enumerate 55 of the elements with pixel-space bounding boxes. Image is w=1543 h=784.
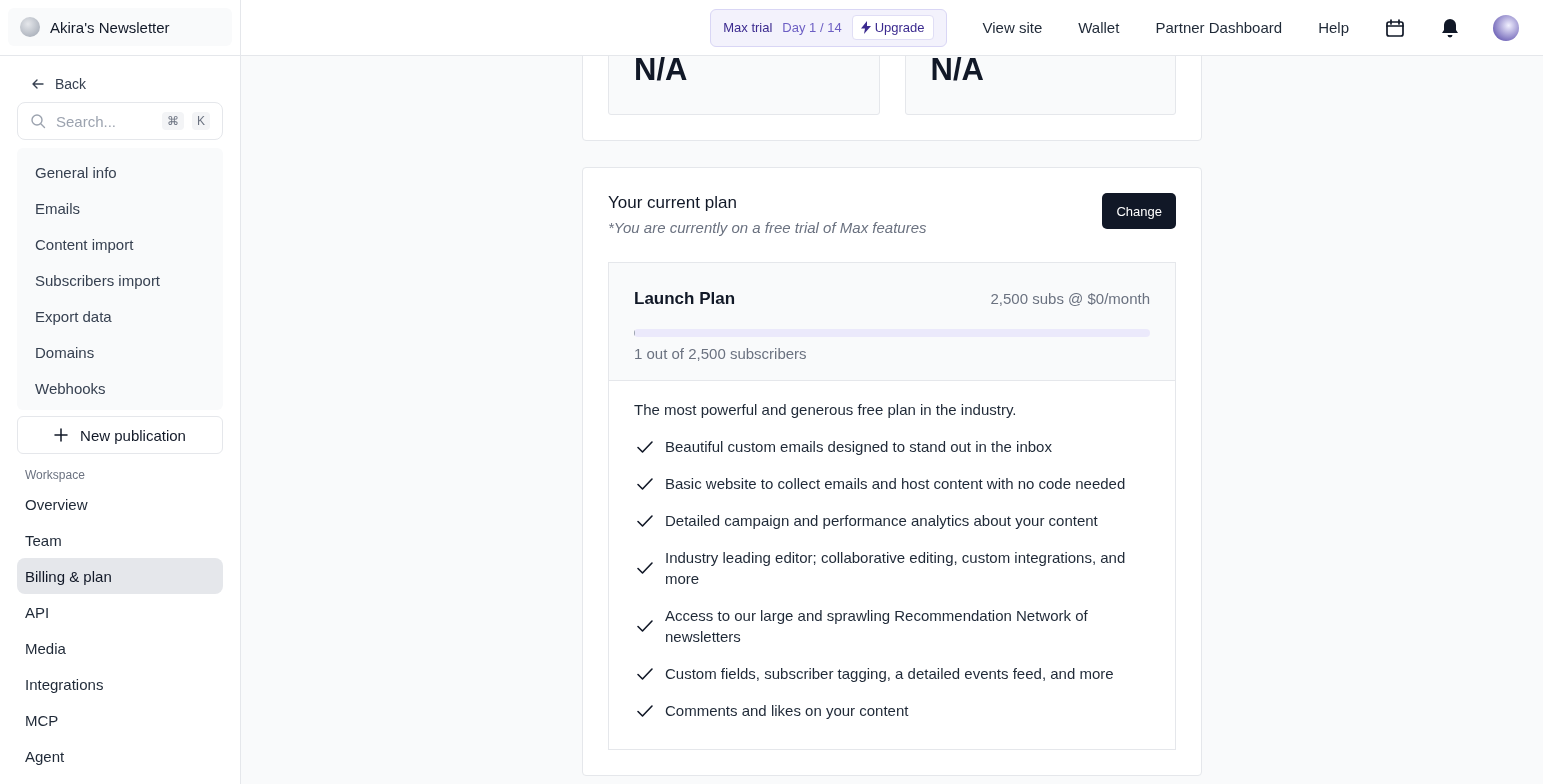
nav-link[interactable]: Wallet — [1078, 19, 1120, 36]
workspace-menu-item[interactable]: Media — [17, 630, 223, 666]
upgrade-button[interactable]: Upgrade — [851, 15, 934, 40]
section-heading: Workspace — [24, 467, 86, 484]
settings-menu-item[interactable]: Emails — [17, 190, 223, 226]
trial-day-counter: Day 1 / 14 — [782, 20, 842, 35]
plus-icon — [54, 428, 69, 442]
checkmark-icon — [636, 617, 654, 635]
user-avatar-icon[interactable] — [1493, 14, 1519, 41]
settings-menu-item[interactable]: Webhooks — [17, 370, 223, 406]
feature-text: Comments and likes on your content — [665, 701, 909, 721]
checkmark-icon — [636, 559, 654, 577]
workspace-menu-item[interactable]: MCP — [17, 702, 223, 738]
trial-note: *You are currently on a free trial of Max features — [608, 219, 927, 236]
change-button[interactable]: Change — [1102, 193, 1176, 229]
stat-value: N/A — [634, 56, 688, 88]
back-link[interactable]: Back — [17, 68, 101, 100]
workspace-menu-item[interactable]: Agent — [17, 738, 223, 774]
new-publication-button[interactable]: New publication — [17, 416, 223, 454]
lightning-icon — [860, 21, 871, 34]
search-icon — [30, 113, 46, 129]
shortcut-key: K — [192, 112, 210, 130]
plan-price: 2,500 subs @ $0/month — [990, 290, 1150, 307]
calendar-icon[interactable] — [1385, 17, 1405, 38]
workspace-menu-item[interactable]: Overview — [17, 486, 223, 522]
arrow-left-icon — [31, 77, 45, 91]
feature-text: Detailed campaign and performance analytics about your content — [665, 511, 1098, 531]
feature-text: Basic website to collect emails and host content with no code needed — [665, 474, 1126, 494]
plan-name: Launch Plan — [634, 289, 736, 309]
feature-text: Industry leading editor; collaborative editing, custom integrations, and more — [665, 548, 1127, 589]
workspace-menu-item[interactable]: API — [17, 594, 223, 630]
nav-link[interactable]: Help — [1318, 19, 1349, 36]
settings-menu-item[interactable]: General info — [17, 154, 223, 190]
settings-menu-item[interactable]: Subscribers import — [17, 262, 223, 298]
search-bar[interactable]: Search... ⌘ K — [17, 102, 223, 140]
workspace-menu-item[interactable]: Team — [17, 522, 223, 558]
bell-icon[interactable] — [1441, 17, 1459, 38]
usage-text: 1 out of 2,500 subscribers — [634, 345, 808, 362]
settings-menu-item[interactable]: Export data — [17, 298, 223, 334]
nav-link[interactable]: Partner Dashboard — [1155, 19, 1283, 36]
feature-text: Access to our large and sprawling Recommendation Network of newsletters — [665, 606, 1089, 647]
shortcut-key: ⌘ — [162, 112, 184, 130]
trial-label: Max trial — [723, 20, 773, 35]
publication-switcher[interactable]: Akira's Newsletter — [8, 8, 232, 46]
workspace-menu-item[interactable]: Billing & plan — [17, 558, 223, 594]
feature-text: Beautiful custom emails designed to stand out in the inbox — [665, 437, 1052, 457]
plan-description: The most powerful and generous free plan in the industry. — [634, 401, 1018, 418]
workspace-menu-item[interactable]: Integrations — [17, 666, 223, 702]
publication-avatar-icon — [20, 17, 40, 37]
card-title: Your current plan — [608, 193, 738, 213]
settings-menu-item[interactable]: Domains — [17, 334, 223, 370]
stat-value: N/A — [930, 56, 984, 88]
nav-link[interactable]: View site — [982, 19, 1043, 36]
settings-menu-item[interactable]: Content import — [17, 226, 223, 262]
feature-text: Custom fields, subscriber tagging, a detailed events feed, and more — [665, 664, 1114, 684]
